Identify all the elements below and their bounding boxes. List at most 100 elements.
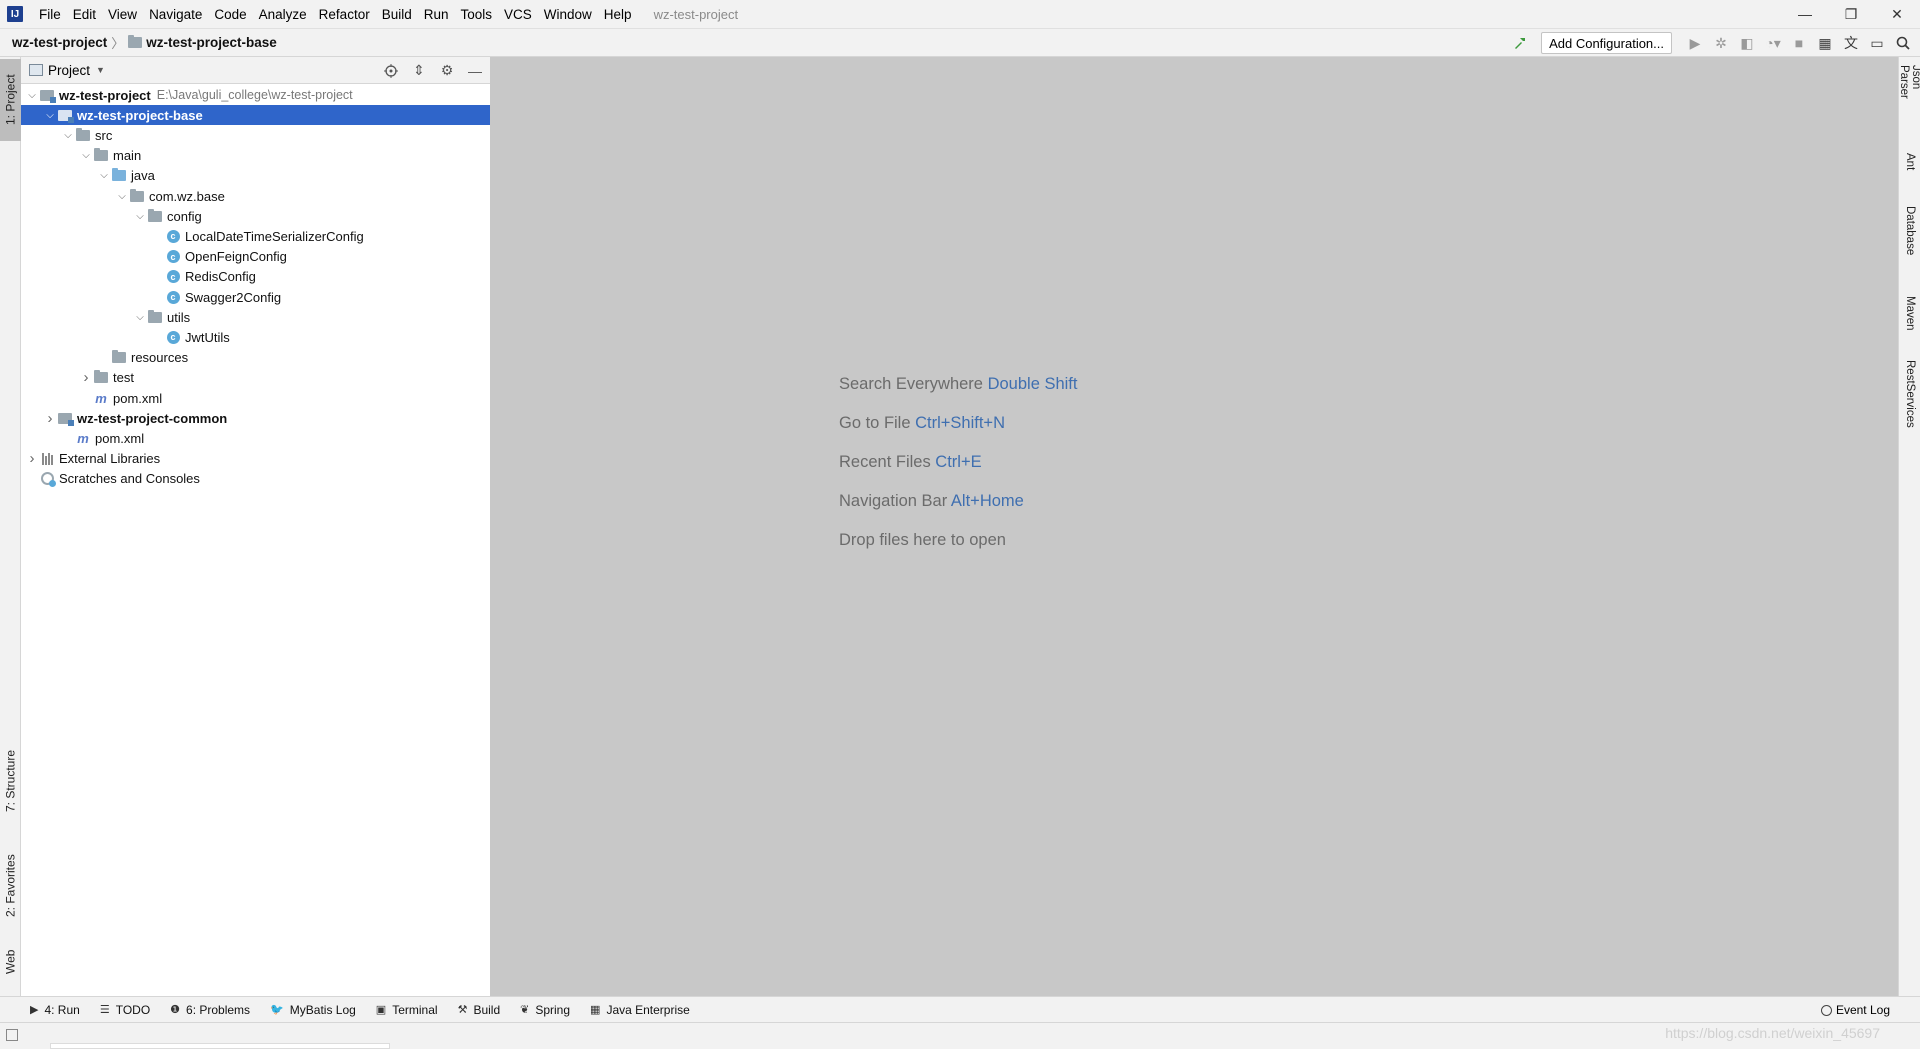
profile-icon[interactable]: ◔▾ (1762, 32, 1784, 54)
menu-refactor[interactable]: Refactor (313, 7, 376, 22)
menu-edit[interactable]: Edit (67, 7, 102, 22)
bottom-tab-build[interactable]: ⚒ Build (458, 1003, 501, 1017)
status-progress (50, 1043, 390, 1049)
tab-json-parser[interactable]: Json Parser (1898, 65, 1920, 125)
tree-item[interactable]: › External Libraries (21, 449, 490, 469)
chevron-right-icon[interactable]: › (79, 369, 93, 386)
bottom-tab-todo[interactable]: ☰ TODO (100, 1003, 150, 1017)
bottom-tab-icon: ❦ (520, 1004, 530, 1016)
editor-hint: Search Everywhere Double Shift (839, 374, 1077, 413)
layout-icon[interactable]: ▭ (1866, 32, 1888, 54)
stop-icon[interactable]: ■ (1788, 32, 1810, 54)
status-toggle-icon[interactable] (6, 1029, 18, 1041)
chevron-down-icon[interactable]: ⌵ (97, 170, 111, 181)
tab-favorites[interactable]: 2: Favorites (0, 847, 21, 925)
tree-item-label: test (113, 370, 134, 386)
bottom-tab-spring[interactable]: ❦ Spring (520, 1003, 570, 1017)
bottom-tab-4-run[interactable]: ▶ 4: Run (30, 1003, 80, 1017)
chevron-down-icon[interactable]: ⌵ (133, 312, 147, 323)
chevron-down-icon[interactable]: ⌵ (133, 211, 147, 222)
close-button[interactable]: ✕ (1874, 0, 1920, 28)
tree-item[interactable]: › wz-test-project-common (21, 408, 490, 428)
bottom-tab-mybatis-log[interactable]: 🐦 MyBatis Log (270, 1003, 356, 1017)
menu-tools[interactable]: Tools (455, 7, 499, 22)
tree-item[interactable]: ⌵ com.wz.base (21, 186, 490, 206)
bottom-tab-icon: ⚒ (457, 1004, 468, 1016)
tree-item[interactable]: ⌵ src (21, 125, 490, 145)
locate-icon[interactable] (380, 60, 402, 82)
tab-database[interactable]: Database (1899, 197, 1920, 265)
hint-text: Search Everywhere (839, 375, 983, 393)
tree-item-label: wz-test-project (59, 87, 151, 103)
gear-icon[interactable]: ⚙ (436, 60, 458, 82)
tree-item[interactable]: c LocalDateTimeSerializerConfig (21, 226, 490, 246)
minimize-button[interactable]: — (1782, 0, 1828, 28)
tree-item[interactable]: ⌵ main (21, 146, 490, 166)
menu-help[interactable]: Help (598, 7, 638, 22)
tree-item[interactable]: ⌵ wz-test-project-base (21, 105, 490, 126)
editor-area[interactable]: Search Everywhere Double Shift Go to File… (491, 57, 1898, 996)
event-log-button[interactable]: Event Log (1820, 997, 1890, 1023)
collapse-all-icon[interactable]: ⇕ (408, 60, 430, 82)
tree-item[interactable]: ⌵ utils (21, 307, 490, 327)
bottom-tab-terminal[interactable]: ▣ Terminal (376, 1003, 438, 1017)
bottom-tab-label: TODO (115, 1002, 151, 1017)
project-panel-title[interactable]: Project (48, 63, 90, 78)
menu-view[interactable]: View (102, 7, 143, 22)
chevron-right-icon[interactable]: › (43, 410, 57, 427)
tree-item-label: Swagger2Config (185, 289, 282, 305)
project-structure-icon[interactable]: ▦ (1814, 32, 1836, 54)
breadcrumb-project[interactable]: wz-test-project (12, 35, 107, 50)
menu-items: File Edit View Navigate Code Analyze Refactor B… (33, 7, 638, 22)
tree-item[interactable]: › test (21, 368, 490, 388)
menu-run[interactable]: Run (418, 7, 455, 22)
hide-icon[interactable]: — (464, 60, 486, 82)
tree-item[interactable]: c OpenFeignConfig (21, 247, 490, 267)
tree-item[interactable]: ⌵ wz-test-project E:\Java\guli_college\wz-… (21, 85, 490, 105)
coverage-icon[interactable]: ◧ (1736, 32, 1758, 54)
debug-icon[interactable]: ✲ (1710, 32, 1732, 54)
tree-item[interactable]: m pom.xml (21, 428, 490, 448)
tree-item[interactable]: c JwtUtils (21, 327, 490, 347)
tab-rest-services[interactable]: RestServices (1899, 353, 1920, 435)
hammer-icon[interactable] (1509, 32, 1531, 54)
menu-build[interactable]: Build (376, 7, 418, 22)
restore-button[interactable]: ❐ (1828, 0, 1874, 28)
chevron-down-icon[interactable]: ⌵ (115, 191, 129, 202)
menu-window[interactable]: Window (538, 7, 598, 22)
chevron-down-icon[interactable]: ⌵ (79, 150, 93, 161)
tab-project[interactable]: 1: Project (0, 59, 21, 141)
tree-item[interactable]: resources (21, 348, 490, 368)
tree-item[interactable]: m pom.xml (21, 388, 490, 408)
menu-file[interactable]: File (33, 7, 67, 22)
menu-code[interactable]: Code (208, 7, 252, 22)
menu-vcs[interactable]: VCS (498, 7, 538, 22)
tab-ant[interactable]: Ant (1899, 142, 1920, 182)
chevron-down-icon[interactable]: ▼ (96, 65, 105, 75)
right-tool-strip: Json Parser Ant Database Maven RestServi… (1898, 57, 1920, 996)
tree-item[interactable]: c Swagger2Config (21, 287, 490, 307)
tab-web[interactable]: Web (0, 937, 21, 987)
event-log-icon (1820, 1004, 1832, 1016)
breadcrumb-module[interactable]: wz-test-project-base (146, 35, 277, 50)
bottom-tab-java-enterprise[interactable]: ▦ Java Enterprise (590, 1003, 690, 1017)
chevron-down-icon[interactable]: ⌵ (25, 90, 39, 101)
menu-navigate[interactable]: Navigate (143, 7, 208, 22)
tree-item[interactable]: Scratches and Consoles (21, 469, 490, 489)
tree-item[interactable]: ⌵ java (21, 166, 490, 186)
chevron-down-icon[interactable]: ⌵ (43, 110, 57, 121)
menu-analyze[interactable]: Analyze (253, 7, 313, 22)
tree-item-label: java (131, 168, 155, 184)
tab-structure[interactable]: 7: Structure (0, 745, 21, 817)
chevron-right-icon[interactable]: › (25, 450, 39, 467)
run-icon[interactable]: ▶ (1684, 32, 1706, 54)
bottom-tab-icon: ❶ (170, 1004, 181, 1016)
tree-item[interactable]: c RedisConfig (21, 267, 490, 287)
bottom-tab-6-problems[interactable]: ❶ 6: Problems (170, 1003, 250, 1017)
translate-icon[interactable]: 文 (1840, 32, 1862, 54)
tree-item[interactable]: ⌵ config (21, 206, 490, 226)
add-configuration-button[interactable]: Add Configuration... (1541, 32, 1672, 54)
search-icon[interactable] (1892, 32, 1914, 54)
chevron-down-icon[interactable]: ⌵ (61, 130, 75, 141)
tab-maven[interactable]: Maven (1899, 285, 1920, 341)
